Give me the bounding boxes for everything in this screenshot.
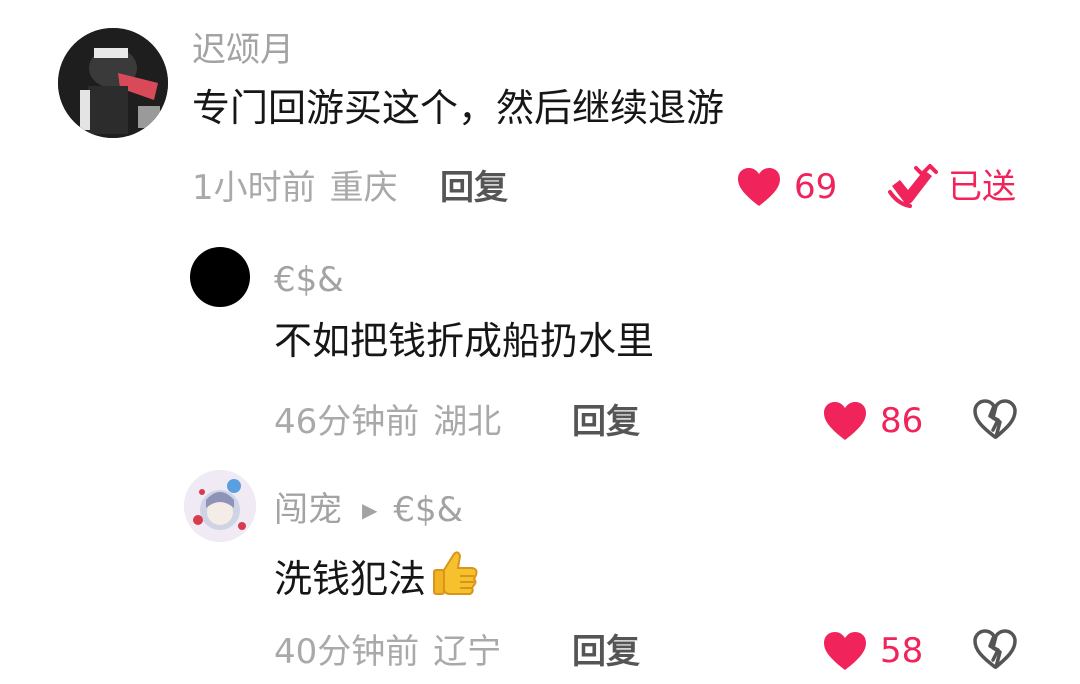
thumbs-up-icon — [430, 548, 480, 608]
location: 重庆 — [329, 168, 398, 208]
username[interactable]: €$& — [274, 260, 344, 300]
like-button[interactable]: 86 — [822, 400, 923, 442]
location: 辽宁 — [433, 632, 502, 672]
reply-button[interactable]: 回复 — [440, 168, 508, 208]
like-button[interactable]: 58 — [822, 630, 923, 672]
comment-text: 洗钱犯法 — [274, 548, 480, 608]
like-count: 86 — [880, 401, 924, 441]
timestamp: 1小时前 — [192, 168, 316, 208]
heart-icon — [738, 168, 780, 206]
comment-reply-item: 闯宠 ▶ €$& 洗钱犯法 40分钟前 辽宁 回复 58 — [0, 460, 1080, 684]
username[interactable]: 闯宠 — [274, 490, 342, 530]
timestamp: 46分钟前 — [274, 402, 420, 442]
comment-reply-item: €$& 不如把钱折成船扔水里 46分钟前 湖北 回复 86 — [0, 230, 1080, 460]
avatar[interactable] — [184, 470, 256, 542]
username[interactable]: 迟颂月 — [192, 30, 294, 70]
comment-text: 专门回游买这个，然后继续退游 — [192, 86, 725, 130]
avatar-image — [184, 470, 256, 542]
heart-gift-icon — [888, 164, 938, 208]
comment-item: 迟颂月 专门回游买这个，然后继续退游 1小时前 重庆 回复 69 已送 — [0, 0, 1080, 230]
username-reply-chain: 闯宠 ▶ €$& — [274, 490, 463, 534]
avatar[interactable] — [58, 28, 168, 138]
like-count: 58 — [880, 631, 924, 671]
comment-text: 不如把钱折成船扔水里 — [274, 319, 655, 363]
comment-meta: 1小时前 重庆 — [192, 168, 398, 208]
reply-button[interactable]: 回复 — [572, 632, 640, 672]
gift-sent-label: 已送 — [948, 167, 1016, 207]
comment-meta: 40分钟前 辽宁 — [274, 632, 501, 672]
gift-sent-button[interactable]: 已送 — [886, 164, 1016, 210]
reply-button[interactable]: 回复 — [572, 402, 640, 442]
location: 湖北 — [433, 402, 502, 442]
reply-arrow-icon: ▶ — [362, 498, 378, 522]
dislike-button[interactable] — [972, 628, 1018, 674]
timestamp: 40分钟前 — [274, 632, 420, 672]
avatar[interactable] — [190, 247, 250, 307]
broken-heart-icon — [973, 399, 1017, 439]
heart-icon — [824, 632, 866, 670]
avatar-image — [58, 28, 168, 138]
reply-to-username[interactable]: €$& — [393, 490, 463, 530]
comment-text-content: 洗钱犯法 — [274, 557, 427, 601]
broken-heart-icon — [973, 629, 1017, 669]
heart-icon — [824, 402, 866, 440]
like-count: 69 — [794, 167, 838, 207]
like-button[interactable]: 69 — [736, 166, 837, 208]
dislike-button[interactable] — [972, 398, 1018, 444]
comment-meta: 46分钟前 湖北 — [274, 402, 501, 442]
